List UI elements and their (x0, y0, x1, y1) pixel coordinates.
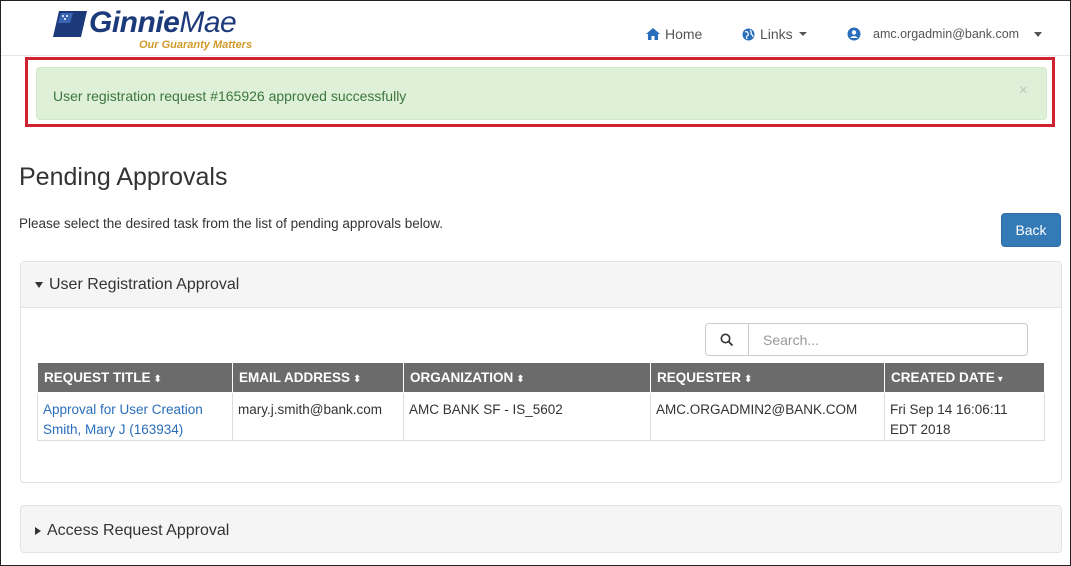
sort-icon: ⬍ (153, 374, 162, 385)
column-header-email[interactable]: EMAIL ADDRESS ⬍ (232, 362, 404, 393)
sort-icon: ⬍ (353, 374, 362, 385)
nav-user-menu[interactable]: amc.orgadmin@bank.com (847, 25, 1019, 43)
home-icon (646, 28, 660, 40)
nav-home-link[interactable]: Home (646, 25, 702, 43)
success-alert: User registration request #165926 approv… (36, 67, 1047, 120)
cell-organization: AMC BANK SF - IS_5602 (403, 392, 651, 441)
search-icon[interactable] (706, 324, 749, 355)
ginnie-mae-logo[interactable]: GinnieMae Our Guaranty Matters (51, 7, 271, 51)
nav-links-label: Links (760, 26, 793, 42)
panel-title-label: User Registration Approval (49, 276, 240, 293)
search-input[interactable] (749, 324, 1027, 355)
cell-request-title[interactable]: Approval for User Creation Smith, Mary J … (37, 392, 233, 441)
page-description: Please select the desired task from the … (19, 216, 443, 231)
sort-desc-icon: ▾ (997, 374, 1003, 385)
user-registration-panel-title[interactable]: User Registration Approval (35, 276, 239, 294)
request-title-link[interactable]: Approval for User Creation Smith, Mary J … (43, 402, 203, 437)
search-box (705, 323, 1028, 356)
access-request-panel-title[interactable]: Access Request Approval (35, 522, 229, 540)
cell-requester: AMC.ORGADMIN2@BANK.COM (650, 392, 885, 441)
caret-down-icon (35, 282, 43, 288)
logo-tagline: Our Guaranty Matters (139, 39, 253, 51)
access-request-panel[interactable]: Access Request Approval (20, 505, 1062, 553)
sort-icon: ⬍ (516, 374, 525, 385)
cell-email: mary.j.smith@bank.com (232, 392, 404, 441)
page-title: Pending Approvals (19, 163, 228, 191)
user-menu-caret-icon[interactable] (1034, 32, 1042, 37)
table-header-row: REQUEST TITLE ⬍ EMAIL ADDRESS ⬍ ORGANIZATI… (37, 362, 1045, 393)
chevron-down-icon (798, 32, 807, 36)
logo-wordmark: GinnieMae (89, 6, 237, 39)
caret-right-icon (35, 527, 41, 535)
flag-icon (53, 11, 87, 37)
sort-icon: ⬍ (744, 374, 753, 385)
close-icon[interactable]: × (1019, 82, 1028, 100)
column-header-created-date[interactable]: CREATED DATE ▾ (884, 362, 1045, 393)
globe-icon (742, 28, 755, 40)
pending-approvals-table: REQUEST TITLE ⬍ EMAIL ADDRESS ⬍ ORGANIZATI… (37, 362, 1045, 441)
nav-links-dropdown[interactable]: Links (742, 25, 807, 43)
nav-home-label: Home (665, 26, 703, 42)
user-circle-icon (847, 27, 861, 41)
column-header-requester[interactable]: REQUESTER ⬍ (650, 362, 885, 393)
table-row[interactable]: Approval for User Creation Smith, Mary J … (37, 392, 1045, 441)
back-button[interactable]: Back (1001, 213, 1061, 247)
alert-message: User registration request #165926 approv… (53, 88, 407, 104)
column-header-organization[interactable]: ORGANIZATION ⬍ (403, 362, 651, 393)
top-navbar: GinnieMae Our Guaranty Matters Home Link… (1, 1, 1070, 56)
user-registration-panel-header[interactable]: User Registration Approval (21, 262, 1061, 308)
nav-user-email: amc.orgadmin@bank.com (873, 27, 1020, 41)
column-header-request-title[interactable]: REQUEST TITLE ⬍ (37, 362, 233, 393)
cell-created-date: Fri Sep 14 16:06:11 EDT 2018 (884, 392, 1045, 441)
panel-title-label: Access Request Approval (47, 522, 230, 539)
